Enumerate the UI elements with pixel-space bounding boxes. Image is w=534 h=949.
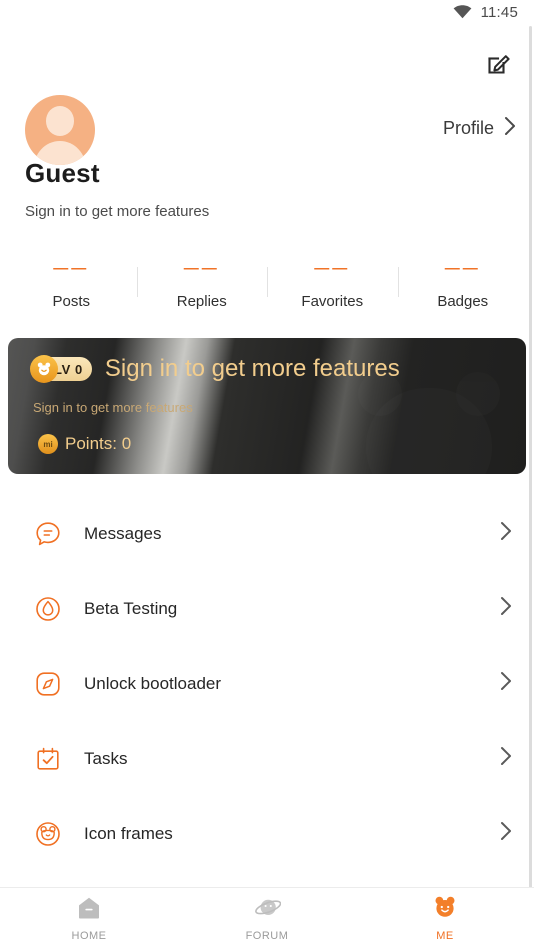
user-name: Guest [25, 158, 100, 188]
stat-label: Favorites [301, 293, 364, 310]
avatar[interactable] [25, 95, 95, 165]
chevron-right-icon [500, 671, 512, 696]
stat-badges[interactable]: —— Badges [397, 258, 529, 314]
stat-value: —— [444, 260, 481, 277]
menu-item-label: Tasks [84, 748, 128, 768]
message-bubble-icon [32, 518, 64, 550]
menu-item-label: Icon frames [84, 823, 173, 843]
bear-circle-icon [32, 818, 64, 850]
chevron-right-icon [500, 521, 512, 546]
nav-item-label: HOME [71, 930, 107, 942]
stat-label: Badges [437, 293, 489, 310]
stats-row: —— Posts —— Replies —— Favorites —— Badg… [0, 258, 534, 314]
mi-coin-icon: mi [38, 434, 58, 454]
stat-label: Replies [176, 293, 227, 310]
level-badge-text: LV 0 [54, 361, 83, 377]
chevron-right-icon [500, 746, 512, 771]
nav-item-label: ME [436, 930, 454, 942]
chevron-right-icon [500, 596, 512, 621]
profile-link-label: Profile [442, 118, 494, 138]
home-icon [76, 895, 102, 926]
edit-square-pen-icon [486, 55, 512, 80]
menu-list: Messages Beta Testing Unlock bootloader … [0, 496, 534, 871]
profile-header: Profile [0, 24, 534, 165]
status-bar: 11:45 [0, 0, 534, 24]
bottom-navigation: HOME FORUM ME [0, 887, 534, 949]
scrollbar[interactable] [529, 26, 532, 888]
menu-item-icon-frames[interactable]: Icon frames [0, 796, 534, 871]
bear-me-icon [431, 895, 459, 926]
beta-droplet-icon [32, 593, 64, 625]
card-points-row: mi Points: 0 [38, 434, 131, 454]
stat-value: —— [53, 260, 90, 277]
nav-item-me[interactable]: ME [356, 888, 534, 949]
menu-item-label: Unlock bootloader [84, 673, 222, 693]
menu-item-unlock-bootloader[interactable]: Unlock bootloader [0, 646, 534, 721]
card-title: Sign in to get more features [104, 355, 400, 382]
profile-link[interactable]: Profile [443, 116, 516, 141]
user-subtitle: Sign in to get more features [25, 203, 210, 220]
level-badge: LV 0 [30, 355, 92, 383]
nav-item-home[interactable]: HOME [0, 888, 178, 949]
chevron-right-icon [504, 116, 516, 141]
menu-item-label: Messages [84, 523, 162, 543]
bear-head-silhouette-icon [354, 370, 504, 474]
bear-coin-icon [30, 355, 58, 383]
nav-item-label: FORUM [245, 930, 289, 942]
stat-value: —— [314, 260, 351, 277]
menu-item-beta-testing[interactable]: Beta Testing [0, 571, 534, 646]
stat-posts[interactable]: —— Posts [6, 258, 137, 314]
user-info-block: Guest Sign in to get more features [0, 158, 534, 220]
card-points-text: Points: 0 [65, 434, 132, 453]
calendar-check-icon [32, 743, 64, 775]
level-signin-card[interactable]: LV 0 Sign in to get more features Sign i… [8, 338, 526, 474]
menu-item-label: Beta Testing [84, 598, 178, 618]
wifi-icon [453, 5, 472, 19]
menu-item-tasks[interactable]: Tasks [0, 721, 534, 796]
nav-item-forum[interactable]: FORUM [178, 888, 356, 949]
stat-replies[interactable]: —— Replies [136, 258, 268, 314]
planet-forum-icon [253, 895, 282, 926]
card-title-row: LV 0 Sign in to get more features [30, 355, 400, 383]
card-subtitle: Sign in to get more features [33, 400, 193, 415]
stat-value: —— [183, 260, 220, 277]
profile-screen: 11:45 Profile Guest Sign in to get more … [0, 0, 534, 949]
edit-profile-button[interactable] [486, 50, 512, 76]
unlock-bootloader-compass-icon [32, 668, 64, 700]
chevron-right-icon [500, 821, 512, 846]
status-time: 11:45 [480, 3, 518, 21]
avatar-body-shape [33, 141, 87, 165]
menu-item-messages[interactable]: Messages [0, 496, 534, 571]
avatar-head-shape [46, 106, 74, 136]
stat-favorites[interactable]: —— Favorites [267, 258, 398, 314]
stat-label: Posts [52, 293, 90, 310]
